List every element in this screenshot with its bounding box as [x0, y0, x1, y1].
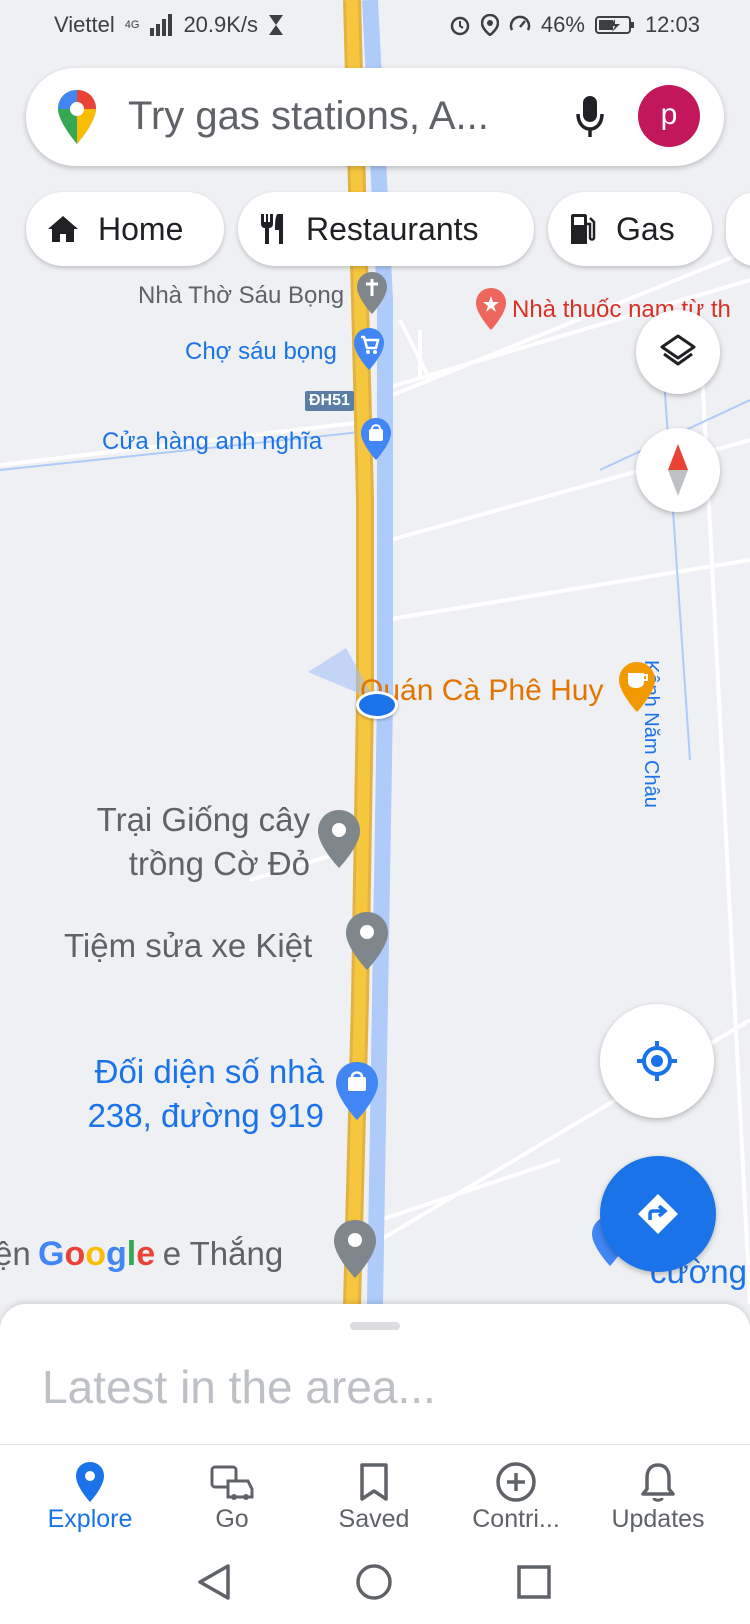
chip-home-label: Home — [98, 210, 184, 247]
nav-updates[interactable]: Updates — [588, 1459, 728, 1534]
chip-restaurants[interactable]: Restaurants — [238, 192, 534, 266]
nav-go-label: Go — [215, 1505, 249, 1533]
chip-gas[interactable]: Gas — [548, 192, 712, 266]
poi-repair-thang-tail: e Thắng — [162, 1235, 284, 1272]
clock: 12:03 — [644, 12, 700, 37]
nav-saved-label: Saved — [338, 1505, 410, 1533]
place-pin-icon[interactable] — [344, 910, 390, 972]
road-badge: ĐH51 — [305, 391, 354, 411]
google-maps-logo-icon — [58, 90, 96, 144]
nav-explore[interactable]: Explore — [20, 1459, 160, 1534]
poi-nursery[interactable]: Trại Giống cây trồng Cờ Đỏ — [88, 798, 310, 886]
cafe-pin-icon[interactable] — [617, 660, 657, 714]
system-nav-bar — [0, 1544, 750, 1624]
my-location-button[interactable] — [600, 1004, 714, 1118]
poi-shop-anh-nghia[interactable]: Cửa hàng anh nghĩa — [102, 428, 322, 456]
shopping-pin-icon[interactable] — [334, 1060, 380, 1122]
shopping-pin-icon[interactable] — [359, 416, 393, 462]
location-icon — [480, 14, 499, 36]
layers-button[interactable] — [636, 310, 720, 394]
my-location-dot[interactable] — [356, 691, 398, 719]
home-icon — [48, 216, 78, 242]
signal-icon — [150, 14, 173, 36]
recents-icon[interactable] — [516, 1564, 552, 1600]
battery-charging-icon — [594, 16, 634, 34]
back-icon[interactable] — [196, 1562, 232, 1602]
nav-saved[interactable]: Saved — [304, 1459, 444, 1534]
search-bar[interactable]: Try gas stations, A... p — [26, 68, 724, 166]
google-logo: Google — [38, 1235, 156, 1273]
compass-icon — [668, 444, 688, 496]
nav-contribute[interactable]: Contri... — [446, 1459, 586, 1534]
explore-pin-icon — [76, 1462, 104, 1502]
restaurant-icon — [261, 214, 283, 244]
poi-opposite-238[interactable]: Đối diện số nhà 238, đường 919 — [52, 1050, 324, 1138]
poi-repair-thang-head: ện — [0, 1235, 31, 1272]
add-circle-icon — [496, 1462, 536, 1502]
sheet-handle[interactable] — [350, 1322, 400, 1330]
poi-nursery-line1: Trại Giống cây — [96, 801, 310, 838]
commute-icon — [210, 1465, 254, 1500]
explore-sheet[interactable]: Latest in the area... — [0, 1304, 750, 1444]
directions-button[interactable] — [600, 1156, 716, 1272]
place-pin-icon[interactable] — [316, 808, 362, 870]
search-placeholder[interactable]: Try gas stations, A... — [128, 94, 489, 139]
avatar[interactable]: p — [638, 85, 700, 147]
pharmacy-pin-icon[interactable] — [474, 286, 508, 332]
alarm-icon — [450, 16, 470, 36]
home-circle-icon[interactable] — [354, 1562, 394, 1602]
bottom-nav: Explore Go Saved Contri... Updates — [0, 1444, 750, 1545]
hourglass-icon — [269, 15, 284, 35]
directions-icon — [638, 1194, 678, 1234]
place-pin-icon[interactable] — [332, 1218, 378, 1280]
nav-contribute-label: Contri... — [472, 1505, 560, 1533]
layers-icon — [660, 334, 696, 366]
compass-button[interactable] — [636, 428, 720, 512]
poi-church[interactable]: Nhà Thờ Sáu Bọng — [138, 282, 344, 310]
nav-go[interactable]: Go — [162, 1459, 302, 1534]
road-badge-label: ĐH51 — [309, 392, 350, 409]
mic-icon[interactable] — [574, 94, 606, 140]
sheet-title: Latest in the area... — [42, 1361, 436, 1413]
poi-repair-kiet[interactable]: Tiệm sửa xe Kiệt — [64, 924, 312, 968]
carrier: Viettel — [54, 12, 115, 37]
poi-market-label: Chợ sáu bọng — [185, 338, 337, 365]
poi-church-label: Nhà Thờ Sáu Bọng — [138, 282, 345, 309]
crosshair-icon — [637, 1041, 677, 1081]
cart-pin-icon[interactable] — [352, 326, 386, 372]
poi-opposite-line1: Đối diện số nhà — [94, 1053, 324, 1090]
poi-repair-kiet-label: Tiệm sửa xe Kiệt — [64, 927, 313, 964]
gas-station-icon — [571, 214, 596, 244]
poi-shop-anh-nghia-label: Cửa hàng anh nghĩa — [102, 428, 323, 455]
data-saver-icon — [509, 15, 531, 31]
status-bar: Viettel 4G 20.9K/s 46% 12:03 — [0, 0, 750, 52]
poi-market[interactable]: Chợ sáu bọng — [185, 338, 337, 366]
net-speed: 20.9K/s — [183, 12, 259, 37]
nav-explore-label: Explore — [47, 1505, 133, 1533]
chip-restaurants-label: Restaurants — [306, 210, 479, 247]
network-type: 4G — [124, 18, 140, 31]
poi-nursery-line2: trồng Cờ Đỏ — [128, 845, 310, 882]
bookmark-icon — [360, 1463, 388, 1501]
chip-gas-label: Gas — [616, 210, 675, 247]
bell-icon — [641, 1463, 675, 1502]
chip-home[interactable]: Home — [26, 192, 224, 266]
poi-opposite-line2: 238, đường 919 — [87, 1097, 324, 1134]
church-pin-icon[interactable] — [355, 270, 389, 316]
battery-percent: 46% — [540, 12, 585, 37]
nav-updates-label: Updates — [611, 1505, 705, 1533]
